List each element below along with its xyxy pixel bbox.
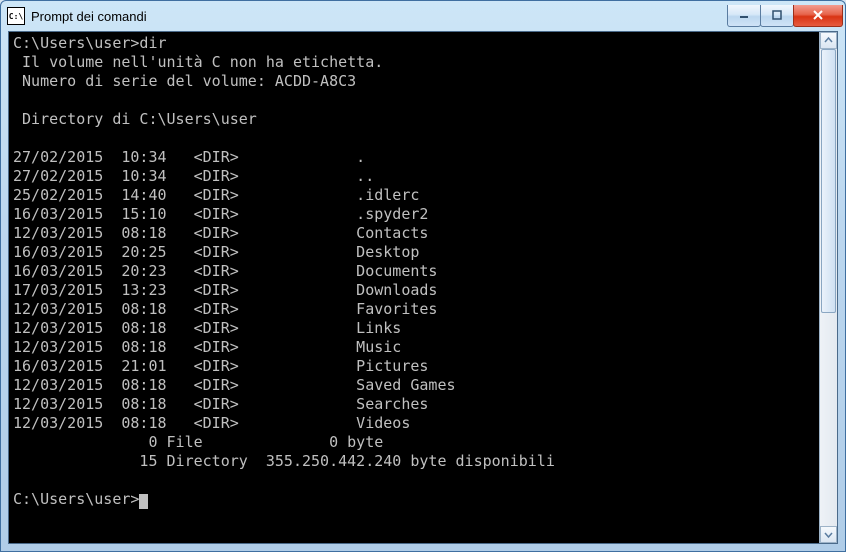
console-output[interactable]: C:\Users\user>dir Il volume nell'unità C… [9, 32, 819, 543]
scrollbar-track[interactable] [820, 49, 837, 526]
scrollbar-thumb[interactable] [821, 49, 836, 313]
client-area: C:\Users\user>dir Il volume nell'unità C… [8, 31, 838, 544]
chevron-down-icon [824, 530, 833, 539]
maximize-button[interactable] [760, 5, 794, 27]
minimize-icon [739, 10, 749, 20]
window-buttons [728, 5, 845, 27]
window-title: Prompt dei comandi [31, 9, 728, 24]
cursor [139, 494, 148, 509]
scroll-up-button[interactable] [820, 32, 837, 49]
maximize-icon [772, 10, 782, 20]
close-button[interactable] [793, 5, 843, 27]
scroll-down-button[interactable] [820, 526, 837, 543]
app-icon: C:\ [7, 7, 25, 25]
chevron-up-icon [824, 36, 833, 45]
window-frame: C:\ Prompt dei comandi C:\Users\user>dir… [0, 0, 846, 552]
titlebar[interactable]: C:\ Prompt dei comandi [1, 1, 845, 31]
minimize-button[interactable] [727, 5, 761, 27]
close-icon [812, 10, 824, 20]
vertical-scrollbar[interactable] [819, 32, 837, 543]
